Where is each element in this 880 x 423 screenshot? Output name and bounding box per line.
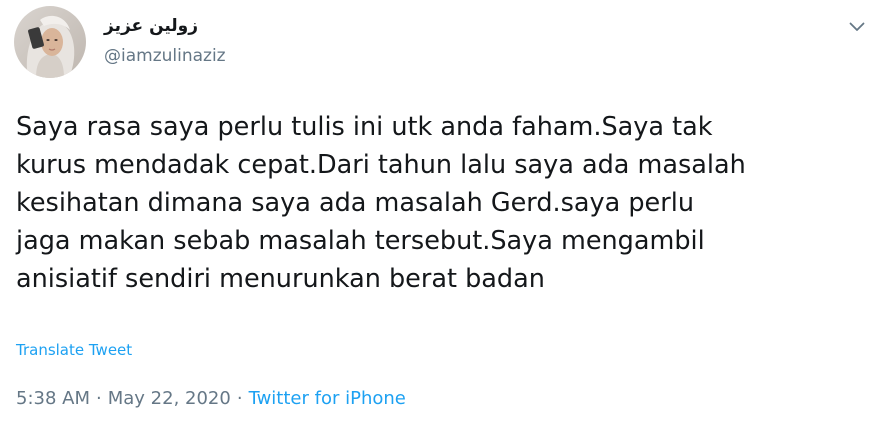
profile-photo-icon xyxy=(14,6,86,78)
tweet-text: Saya rasa saya perlu tulis ini utk anda … xyxy=(16,108,876,298)
tweet-card: زولين عزيز @iamzulinaziz Saya rasa saya … xyxy=(0,0,880,423)
tweet-text-line: anisiatif sendiri menurunkan berat badan xyxy=(16,264,545,294)
tweet-source-link[interactable]: Twitter for iPhone xyxy=(249,388,406,409)
translate-tweet-link[interactable]: Translate Tweet xyxy=(16,341,132,359)
chevron-down-icon xyxy=(849,22,865,31)
meta-separator: · xyxy=(236,388,243,409)
tweet-text-line: Saya rasa saya perlu tulis ini utk anda … xyxy=(16,112,713,142)
meta-separator: · xyxy=(96,388,102,409)
tweet-time[interactable]: 5:38 AM xyxy=(16,388,90,409)
tweet-text-line: jaga makan sebab masalah tersebut.Saya m… xyxy=(16,226,705,256)
display-name[interactable]: زولين عزيز xyxy=(104,16,198,36)
tweet-date[interactable]: May 22, 2020 xyxy=(108,388,231,409)
tweet-text-line: kurus mendadak cepat.Dari tahun lalu say… xyxy=(16,150,746,180)
tweet-text-line: kesihatan dimana saya ada masalah Gerd.s… xyxy=(16,188,694,218)
tweet-metadata: 5:38 AM · May 22, 2020 · Twitter for iPhone xyxy=(16,388,406,409)
tweet-menu-button[interactable] xyxy=(844,14,870,40)
user-handle[interactable]: @iamzulinaziz xyxy=(104,46,226,66)
avatar[interactable] xyxy=(14,6,86,78)
